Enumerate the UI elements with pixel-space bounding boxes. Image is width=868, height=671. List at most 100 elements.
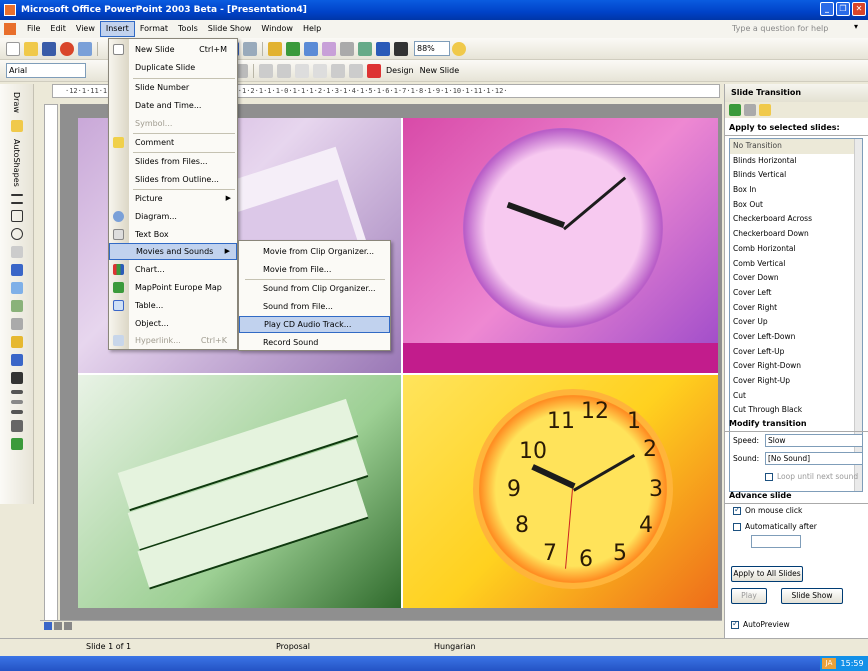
help-dropdown-icon[interactable]: ▾ <box>854 22 858 31</box>
arrow-icon[interactable] <box>10 201 23 204</box>
menu-format[interactable]: Format <box>135 21 173 37</box>
line-style-icon[interactable] <box>10 389 23 394</box>
font-color-icon[interactable] <box>10 371 23 384</box>
menu-item-table[interactable]: Table... <box>109 297 237 314</box>
transition-item[interactable]: Cover Right <box>730 301 862 316</box>
yellow-clock-picture[interactable]: 11 12 1 10 2 9 3 8 4 7 6 5 <box>403 375 718 608</box>
transition-item[interactable]: Cover Left <box>730 286 862 301</box>
print-icon[interactable] <box>78 41 92 56</box>
transition-item[interactable]: Cover Right-Up <box>730 374 862 389</box>
menu-view[interactable]: View <box>71 21 100 37</box>
line-color-icon[interactable] <box>10 353 23 366</box>
task-pane-title[interactable]: Slide Transition <box>725 84 868 102</box>
line-icon[interactable] <box>10 193 23 196</box>
menu-item-hyperlink[interactable]: Hyperlink... Ctrl+K <box>109 332 237 349</box>
green-papers-picture[interactable] <box>78 375 401 608</box>
fill-color-icon[interactable] <box>10 335 23 348</box>
zoom-select[interactable]: 88% <box>414 41 450 56</box>
menu-item-record-sound[interactable]: Record Sound <box>239 334 390 351</box>
menu-insert[interactable]: Insert <box>99 21 135 37</box>
autopreview-checkbox[interactable]: AutoPreview <box>731 619 790 629</box>
new-slide-button[interactable]: New Slide <box>420 66 460 75</box>
design-button[interactable]: Design <box>386 66 414 75</box>
apply-all-button[interactable]: Apply to All Slides <box>731 566 803 582</box>
normal-view-icon[interactable] <box>44 622 52 630</box>
insert-diagram-icon[interactable] <box>322 41 336 56</box>
menu-item-chart[interactable]: Chart... <box>109 261 237 278</box>
pink-clock-picture[interactable] <box>403 118 718 373</box>
powerpoint-app-icon[interactable] <box>4 4 16 16</box>
speed-select[interactable]: Slow <box>765 434 863 447</box>
permission-icon[interactable] <box>60 41 74 56</box>
minimize-button[interactable]: _ <box>820 2 834 16</box>
transition-item[interactable]: Cut <box>730 389 862 404</box>
autoshapes-menu[interactable]: AutoShapes <box>12 139 21 187</box>
transition-item[interactable]: Comb Vertical <box>730 257 862 272</box>
transition-item[interactable]: Cover Right-Down <box>730 359 862 374</box>
menu-item-sound-from-file[interactable]: Sound from File... <box>239 298 390 315</box>
menu-item-sound-clip-organizer[interactable]: Sound from Clip Organizer... <box>239 280 390 297</box>
menu-item-symbol[interactable]: Symbol... <box>109 115 237 132</box>
menu-item-new-slide[interactable]: New Slide Ctrl+M <box>109 41 237 58</box>
menu-item-play-cd-audio[interactable]: Play CD Audio Track... <box>239 316 390 333</box>
loop-checkbox[interactable]: Loop until next sound <box>765 472 858 481</box>
document-icon[interactable] <box>4 23 16 35</box>
menu-window[interactable]: Window <box>256 21 298 37</box>
tables-borders-icon[interactable] <box>304 41 318 56</box>
transition-item[interactable]: Box Out <box>730 198 862 213</box>
menu-item-movie-from-file[interactable]: Movie from File... <box>239 261 390 278</box>
arrow-style-icon[interactable] <box>10 409 23 414</box>
play-button[interactable]: Play <box>731 588 767 604</box>
insert-diagram-icon[interactable] <box>10 281 23 294</box>
expand-all-icon[interactable] <box>340 41 354 56</box>
language-indicator[interactable]: JA <box>822 658 836 669</box>
menu-file[interactable]: File <box>22 21 45 37</box>
transition-item[interactable]: No Transition <box>730 139 862 154</box>
menu-item-duplicate-slide[interactable]: Duplicate Slide <box>109 59 237 76</box>
color-grayscale-icon[interactable] <box>394 41 408 56</box>
menu-tools[interactable]: Tools <box>173 21 203 37</box>
help-icon[interactable] <box>452 41 466 56</box>
transition-item[interactable]: Checkerboard Across <box>730 212 862 227</box>
dash-style-icon[interactable] <box>10 399 23 404</box>
save-icon[interactable] <box>42 41 56 56</box>
slide-show-view-icon[interactable] <box>64 622 72 630</box>
text-box-icon[interactable] <box>10 245 23 258</box>
on-mouse-click-checkbox[interactable]: On mouse click <box>733 505 802 515</box>
menu-item-date-time[interactable]: Date and Time... <box>109 97 237 114</box>
transition-item[interactable]: Checkerboard Down <box>730 227 862 242</box>
bullets-icon[interactable] <box>277 63 291 78</box>
menu-item-slides-from-outline[interactable]: Slides from Outline... <box>109 171 237 188</box>
menu-help[interactable]: Help <box>298 21 326 37</box>
transition-item[interactable]: Cover Up <box>730 315 862 330</box>
insert-chart-icon[interactable] <box>268 41 282 56</box>
new-icon[interactable] <box>6 41 20 56</box>
transition-item[interactable]: Cover Left-Down <box>730 330 862 345</box>
grid-icon[interactable] <box>376 41 390 56</box>
clip-art-icon[interactable] <box>10 299 23 312</box>
font-color-icon[interactable] <box>367 63 381 78</box>
menu-slide-show[interactable]: Slide Show <box>203 21 257 37</box>
picture-icon[interactable] <box>10 317 23 330</box>
draw-menu[interactable]: Draw <box>12 92 21 113</box>
open-icon[interactable] <box>24 41 38 56</box>
menu-edit[interactable]: Edit <box>45 21 71 37</box>
select-objects-icon[interactable] <box>10 119 23 132</box>
forward-icon[interactable] <box>744 104 756 116</box>
menu-item-movie-clip-organizer[interactable]: Movie from Clip Organizer... <box>239 243 390 260</box>
close-button[interactable]: ✕ <box>852 2 866 16</box>
auto-after-spinner[interactable] <box>751 535 801 548</box>
font-select[interactable]: Arial <box>6 63 86 78</box>
menu-item-slides-from-files[interactable]: Slides from Files... <box>109 153 237 170</box>
slide-show-button[interactable]: Slide Show <box>781 588 843 604</box>
menu-item-text-box[interactable]: Text Box <box>109 226 237 243</box>
menu-item-diagram[interactable]: Diagram... <box>109 208 237 225</box>
menu-item-mappoint[interactable]: MapPoint Europe Map <box>109 279 237 296</box>
transition-item[interactable]: Comb Horizontal <box>730 242 862 257</box>
transition-item[interactable]: Blinds Horizontal <box>730 154 862 169</box>
transition-item[interactable]: Blinds Vertical <box>730 168 862 183</box>
3d-style-icon[interactable] <box>10 437 23 450</box>
transition-item[interactable]: Box In <box>730 183 862 198</box>
insert-table-icon[interactable] <box>286 41 300 56</box>
sound-select[interactable]: [No Sound] <box>765 452 863 465</box>
